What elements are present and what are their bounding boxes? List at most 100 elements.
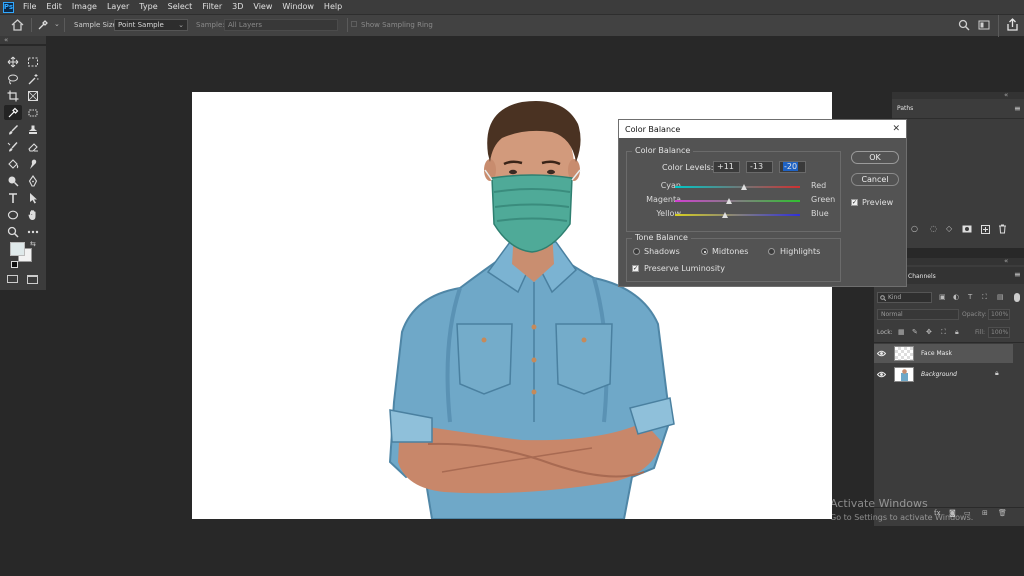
- eyedropper-tool-preset-icon[interactable]: [37, 19, 49, 31]
- preview-checkbox[interactable]: ✓: [851, 199, 858, 206]
- magenta-green-level-input[interactable]: -13: [746, 161, 773, 173]
- cyan-red-slider[interactable]: Cyan Red: [631, 181, 836, 193]
- opacity-input[interactable]: 100%: [988, 309, 1010, 320]
- menu-select[interactable]: Select: [163, 0, 198, 14]
- cyan-red-track[interactable]: [675, 186, 800, 188]
- cyan-red-thumb[interactable]: [741, 184, 748, 190]
- add-mask-icon[interactable]: [962, 225, 972, 233]
- paths-collapse-button[interactable]: «: [1004, 91, 1008, 99]
- search-icon[interactable]: [958, 19, 970, 31]
- toolbar-collapse-button[interactable]: «: [0, 36, 46, 44]
- close-icon[interactable]: ✕: [892, 124, 900, 134]
- home-icon[interactable]: [11, 19, 24, 31]
- menu-image[interactable]: Image: [67, 0, 102, 14]
- default-colors-icon[interactable]: [11, 261, 18, 268]
- ok-button[interactable]: OK: [851, 151, 899, 164]
- blend-mode-select[interactable]: Normal: [877, 309, 959, 320]
- screen-mode-icon[interactable]: [27, 275, 38, 284]
- workspace-icon[interactable]: [978, 19, 990, 31]
- bucket-icon[interactable]: [4, 156, 22, 171]
- quick-mask-icon[interactable]: [7, 275, 18, 283]
- filter-type-icon[interactable]: T: [968, 293, 972, 301]
- move-icon[interactable]: [4, 54, 22, 69]
- layer-kind-filter[interactable]: Kind: [877, 292, 932, 303]
- preserve-luminosity-checkbox[interactable]: ✓: [632, 265, 639, 272]
- crop-icon[interactable]: [4, 88, 22, 103]
- fill-path-icon[interactable]: ○: [911, 224, 918, 233]
- lock-transparency-icon[interactable]: ▦: [898, 328, 905, 336]
- menu-view[interactable]: View: [248, 0, 277, 14]
- stamp-icon[interactable]: [24, 122, 42, 137]
- menu-layer[interactable]: Layer: [102, 0, 134, 14]
- brush-icon[interactable]: [4, 122, 22, 137]
- sample-select[interactable]: All Layers: [224, 19, 338, 31]
- shadows-radio[interactable]: [633, 248, 640, 255]
- path-select-icon[interactable]: [24, 190, 42, 205]
- menu-edit[interactable]: Edit: [41, 0, 67, 14]
- menu-3d[interactable]: 3D: [227, 0, 248, 14]
- magenta-green-track[interactable]: [675, 200, 800, 202]
- filter-toggle[interactable]: [1014, 293, 1020, 302]
- yellow-blue-thumb[interactable]: [722, 212, 728, 218]
- panel-menu-icon[interactable]: ≡: [1014, 270, 1021, 279]
- filter-pixel-icon[interactable]: ▣: [939, 293, 946, 301]
- magic-wand-icon[interactable]: [24, 71, 42, 86]
- new-path-icon[interactable]: [981, 225, 990, 234]
- magenta-green-thumb[interactable]: [726, 198, 733, 204]
- type-icon[interactable]: [4, 190, 22, 205]
- tab-paths[interactable]: Paths: [892, 100, 920, 118]
- foreground-color-swatch[interactable]: [10, 242, 25, 256]
- cyan-red-level-input[interactable]: +11: [713, 161, 740, 173]
- marquee-icon[interactable]: [24, 54, 42, 69]
- filter-smart-object-icon[interactable]: ▤: [997, 293, 1004, 301]
- pen-icon[interactable]: [24, 173, 42, 188]
- layers-collapse-button[interactable]: «: [1004, 257, 1008, 265]
- menu-window[interactable]: Window: [277, 0, 319, 14]
- patch-icon[interactable]: [24, 105, 42, 120]
- share-icon[interactable]: [1006, 18, 1019, 31]
- magenta-green-slider[interactable]: Magenta Green: [631, 195, 836, 207]
- load-selection-icon[interactable]: ◇: [946, 224, 952, 233]
- lock-artboard-icon[interactable]: ⛶: [941, 328, 946, 337]
- lock-all-icon[interactable]: 🔒︎: [955, 328, 959, 337]
- yellow-blue-slider[interactable]: Yellow Blue: [631, 209, 836, 221]
- sample-size-select[interactable]: Point Sample ⌄: [114, 19, 188, 31]
- new-layer-icon[interactable]: ⊞: [982, 509, 988, 517]
- swap-colors-icon[interactable]: ⇆: [30, 240, 36, 248]
- menu-file[interactable]: File: [18, 0, 41, 14]
- filter-adjustment-icon[interactable]: ◐: [953, 293, 959, 301]
- menu-help[interactable]: Help: [319, 0, 347, 14]
- frame-icon[interactable]: [24, 88, 42, 103]
- delete-path-icon[interactable]: [998, 224, 1007, 234]
- midtones-radio[interactable]: [701, 248, 708, 255]
- stroke-path-icon[interactable]: ◌: [930, 224, 937, 233]
- eye-icon[interactable]: [877, 371, 886, 378]
- zoom-icon[interactable]: [4, 224, 22, 239]
- lock-image-icon[interactable]: ✎: [912, 328, 918, 336]
- cancel-button[interactable]: Cancel: [851, 173, 899, 186]
- layer-row[interactable]: Face Mask: [874, 344, 1013, 363]
- yellow-blue-level-input[interactable]: -20: [779, 161, 806, 173]
- delete-layer-icon[interactable]: 🗑︎: [998, 509, 1007, 517]
- menu-type[interactable]: Type: [134, 0, 162, 14]
- layer-row[interactable]: Background 🔒︎: [874, 365, 1013, 384]
- eyedropper-icon[interactable]: [4, 105, 22, 120]
- menu-filter[interactable]: Filter: [197, 0, 227, 14]
- eye-icon[interactable]: [877, 350, 886, 357]
- eraser-icon[interactable]: [24, 139, 42, 154]
- chevron-down-icon[interactable]: ⌄: [54, 20, 60, 28]
- fill-input[interactable]: 100%: [988, 327, 1010, 338]
- highlights-radio[interactable]: [768, 248, 775, 255]
- show-sampling-ring-checkbox[interactable]: [351, 21, 357, 27]
- hand-icon[interactable]: [24, 207, 42, 222]
- smudge-icon[interactable]: [24, 156, 42, 171]
- history-brush-icon[interactable]: [4, 139, 22, 154]
- dodge-icon[interactable]: [4, 173, 22, 188]
- ellipse-icon[interactable]: [4, 207, 22, 222]
- dialog-titlebar[interactable]: Color Balance ✕: [619, 120, 906, 138]
- filter-shape-icon[interactable]: ⛶: [982, 293, 987, 302]
- tab-channels[interactable]: Channels: [908, 273, 936, 280]
- lasso-icon[interactable]: [4, 71, 22, 86]
- yellow-blue-track[interactable]: [675, 214, 800, 216]
- more-icon[interactable]: [24, 224, 42, 239]
